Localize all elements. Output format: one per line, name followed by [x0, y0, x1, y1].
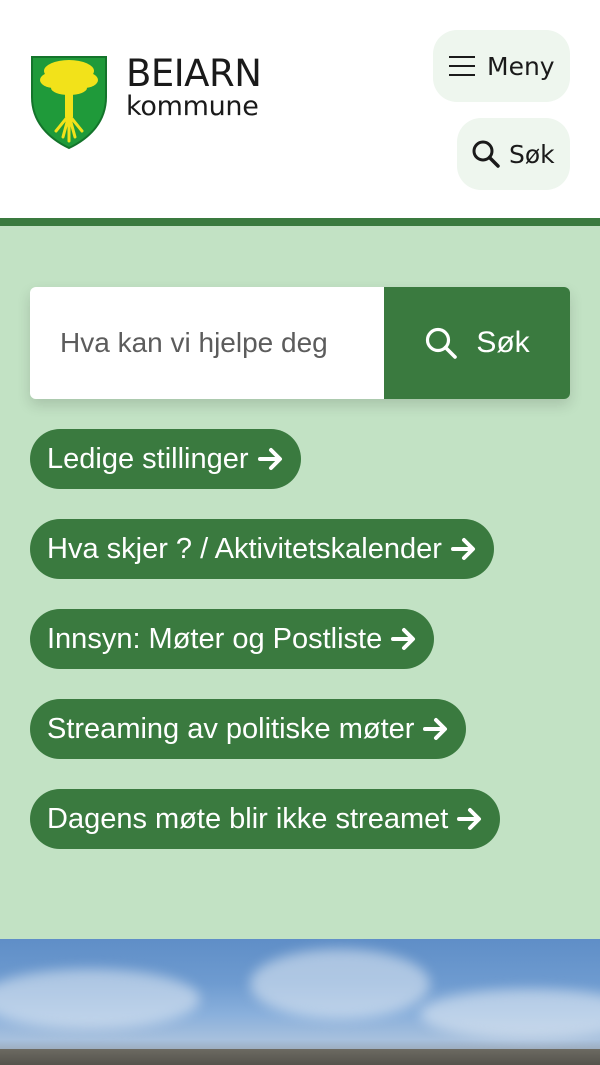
list-item: Streaming av politiske møter — [30, 699, 500, 759]
site-search-form: Søk — [30, 287, 570, 399]
search-icon — [426, 327, 458, 359]
quick-link-label: Streaming av politiske møter — [47, 712, 415, 745]
header-search-button[interactable]: Søk — [457, 118, 570, 190]
quick-link-aktivitetskalender[interactable]: Hva skjer ? / Aktivitetskalender — [30, 519, 494, 579]
quick-link-innsyn[interactable]: Innsyn: Møter og Postliste — [30, 609, 435, 669]
arrow-right-icon — [457, 808, 482, 830]
quick-links-list: Ledige stillinger Hva skjer ? / Aktivite… — [30, 429, 501, 879]
arrow-right-icon — [450, 538, 475, 560]
list-item: Hva skjer ? / Aktivitetskalender — [30, 519, 500, 579]
menu-button-label: Meny — [487, 51, 555, 81]
arrow-right-icon — [257, 448, 282, 470]
landscape-photo — [0, 939, 600, 1065]
quick-link-label: Ledige stillinger — [47, 442, 249, 475]
arrow-right-icon — [423, 718, 448, 740]
search-submit-button[interactable]: Søk — [384, 287, 570, 399]
header-search-label: Søk — [509, 139, 555, 169]
search-icon — [472, 140, 500, 168]
search-input[interactable] — [30, 287, 384, 399]
list-item: Ledige stillinger — [30, 429, 500, 489]
list-item: Dagens møte blir ikke streamet — [30, 789, 501, 849]
hero-section: Søk Ledige stillinger Hva skjer ? / Akti… — [0, 226, 600, 939]
logo-subtitle: kommune — [126, 91, 259, 122]
hamburger-icon — [449, 56, 475, 76]
quick-link-label: Dagens møte blir ikke streamet — [47, 802, 449, 835]
list-item: Innsyn: Møter og Postliste — [30, 609, 500, 669]
quick-link-ledige-stillinger[interactable]: Ledige stillinger — [30, 429, 301, 489]
header-divider — [0, 218, 600, 226]
quick-link-label: Hva skjer ? / Aktivitetskalender — [47, 532, 442, 565]
quick-link-label: Innsyn: Møter og Postliste — [47, 622, 383, 655]
search-submit-label: Søk — [476, 326, 530, 359]
quick-link-dagens-mote[interactable]: Dagens møte blir ikke streamet — [30, 789, 501, 849]
menu-button[interactable]: Meny — [433, 30, 570, 102]
logo-name: BEIARN — [126, 52, 262, 95]
home-logo-link[interactable]: BEIARN kommune — [30, 52, 262, 150]
site-header: BEIARN kommune Meny Søk — [0, 0, 600, 218]
coat-of-arms-icon — [31, 56, 107, 150]
quick-link-streaming[interactable]: Streaming av politiske møter — [30, 699, 467, 759]
arrow-right-icon — [391, 628, 416, 650]
